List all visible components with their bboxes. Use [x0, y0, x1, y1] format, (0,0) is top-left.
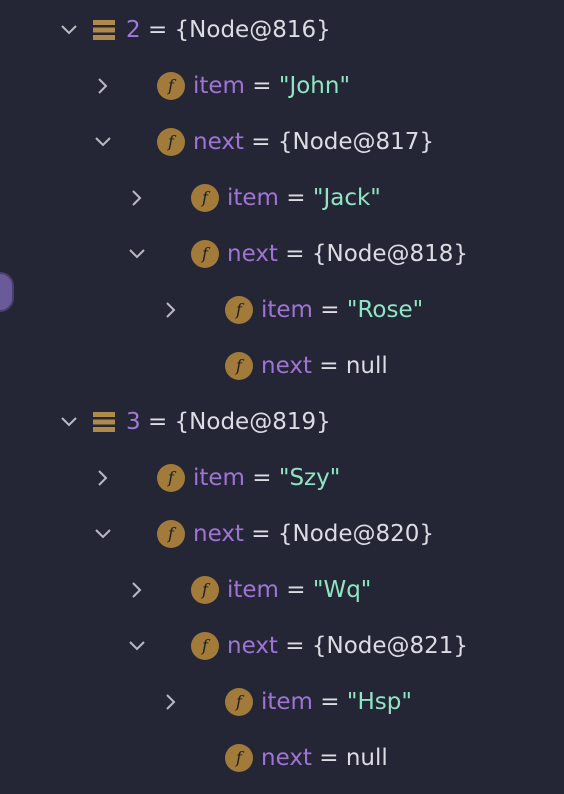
tree-row-field[interactable]: f item = "Hsp" — [0, 674, 564, 730]
variable-label: next = {Node@817} — [193, 114, 434, 170]
variable-value: "Jack" — [312, 185, 381, 211]
variable-name: next — [261, 353, 312, 379]
field-icon: f — [225, 744, 253, 772]
variable-value: null — [345, 745, 388, 771]
variable-label: item = "John" — [193, 58, 350, 114]
array-icon — [91, 16, 119, 44]
variable-label: item = "Wq" — [227, 562, 371, 618]
variable-value: {Node@817} — [277, 129, 435, 155]
field-icon: f — [157, 128, 185, 156]
chevron-down-icon[interactable] — [125, 618, 147, 674]
equals-sign: = — [140, 409, 175, 435]
tree-row-field[interactable]: f item = "Szy" — [0, 450, 564, 506]
field-icon: f — [191, 240, 219, 268]
variable-name: next — [227, 241, 278, 267]
chevron-right-icon[interactable] — [159, 282, 181, 338]
variable-name: item — [227, 185, 279, 211]
variable-name: next — [193, 521, 244, 547]
equals-sign: = — [311, 353, 346, 379]
equals-sign: = — [312, 689, 347, 715]
equals-sign: = — [244, 73, 279, 99]
variable-label: next = {Node@818} — [227, 226, 468, 282]
variable-value: "Wq" — [312, 577, 372, 603]
equals-sign: = — [311, 745, 346, 771]
equals-sign: = — [243, 129, 278, 155]
chevron-down-icon[interactable] — [125, 226, 147, 282]
variable-name: next — [227, 633, 278, 659]
field-icon: f — [157, 464, 185, 492]
variable-label: next = null — [261, 730, 388, 786]
chevron-down-icon[interactable] — [57, 394, 79, 450]
tree-row-field[interactable]: f item = "Rose" — [0, 282, 564, 338]
variable-value: {Node@816} — [174, 17, 331, 43]
tree-row-index[interactable]: 3 = {Node@819} — [0, 394, 564, 450]
equals-sign: = — [278, 577, 313, 603]
field-icon: f — [157, 520, 185, 548]
chevron-right-icon[interactable] — [125, 562, 147, 618]
variable-value: {Node@819} — [174, 409, 331, 435]
equals-sign: = — [244, 465, 279, 491]
tree-row-field[interactable]: f next = {Node@821} — [0, 618, 564, 674]
variable-label: item = "Rose" — [261, 282, 423, 338]
field-icon: f — [225, 688, 253, 716]
variable-label: 2 = {Node@816} — [126, 2, 331, 58]
array-icon — [91, 408, 119, 436]
variable-value: {Node@820} — [277, 521, 435, 547]
variable-value: "Szy" — [278, 465, 341, 491]
equals-sign: = — [278, 185, 313, 211]
field-icon: f — [191, 632, 219, 660]
variable-label: 3 = {Node@819} — [126, 394, 331, 450]
tree-row-field[interactable]: f next = {Node@818} — [0, 226, 564, 282]
chevron-right-icon[interactable] — [159, 674, 181, 730]
variable-label: next = {Node@820} — [193, 506, 434, 562]
tree-row-field[interactable]: f next = null — [0, 338, 564, 394]
equals-sign: = — [312, 297, 347, 323]
equals-sign: = — [277, 241, 312, 267]
variable-label: item = "Hsp" — [261, 674, 412, 730]
variable-label: next = {Node@821} — [227, 618, 468, 674]
variable-name: item — [193, 465, 245, 491]
field-icon: f — [157, 72, 185, 100]
variable-name: item — [227, 577, 279, 603]
variable-name: item — [261, 689, 313, 715]
variable-name: item — [193, 73, 245, 99]
variable-value: "Rose" — [346, 297, 424, 323]
variable-value: null — [345, 353, 388, 379]
tree-row-field[interactable]: f next = {Node@820} — [0, 506, 564, 562]
variable-name: 3 — [126, 409, 141, 435]
variables-tree: 2 = {Node@816} f item = "John" f next = {Nod… — [0, 2, 564, 786]
variable-name: next — [193, 129, 244, 155]
equals-sign: = — [140, 17, 175, 43]
field-icon: f — [225, 296, 253, 324]
chevron-right-icon[interactable] — [125, 170, 147, 226]
tree-row-field[interactable]: f next = null — [0, 730, 564, 786]
variable-label: item = "Szy" — [193, 450, 340, 506]
tree-row-index[interactable]: 2 = {Node@816} — [0, 2, 564, 58]
variable-value: "Hsp" — [346, 689, 412, 715]
chevron-down-icon[interactable] — [57, 2, 79, 58]
variable-label: next = null — [261, 338, 388, 394]
field-icon: f — [191, 184, 219, 212]
equals-sign: = — [277, 633, 312, 659]
variable-label: item = "Jack" — [227, 170, 381, 226]
equals-sign: = — [243, 521, 278, 547]
tree-row-field[interactable]: f next = {Node@817} — [0, 114, 564, 170]
field-icon: f — [191, 576, 219, 604]
chevron-down-icon[interactable] — [91, 506, 113, 562]
chevron-right-icon[interactable] — [91, 58, 113, 114]
chevron-down-icon[interactable] — [91, 114, 113, 170]
field-icon: f — [225, 352, 253, 380]
tree-row-field[interactable]: f item = "Wq" — [0, 562, 564, 618]
variable-value: {Node@818} — [311, 241, 469, 267]
variable-name: 2 — [126, 17, 141, 43]
variable-value: "John" — [278, 73, 351, 99]
chevron-right-icon[interactable] — [91, 450, 113, 506]
tree-row-field[interactable]: f item = "John" — [0, 58, 564, 114]
variable-name: item — [261, 297, 313, 323]
tree-row-field[interactable]: f item = "Jack" — [0, 170, 564, 226]
variable-value: {Node@821} — [311, 633, 469, 659]
variable-name: next — [261, 745, 312, 771]
